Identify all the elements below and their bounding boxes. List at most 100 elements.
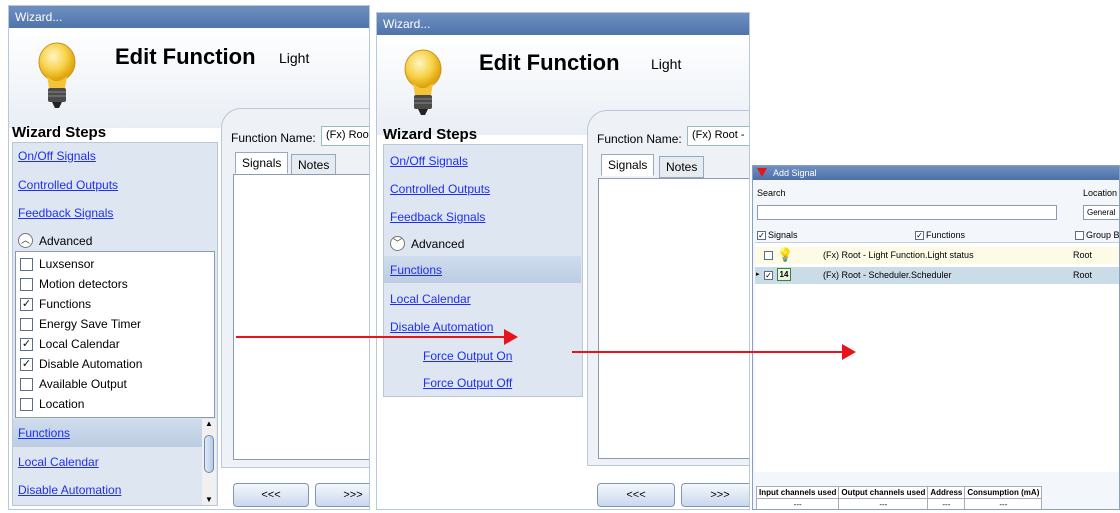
checkbox[interactable]: [20, 317, 33, 331]
table-row[interactable]: 💡 (Fx) Root - Light Function.Light statu…: [755, 247, 1119, 264]
arrow-1-line: [236, 336, 506, 338]
edit-function-subtitle: Light: [279, 50, 310, 66]
checkbox-checked[interactable]: ✓: [764, 271, 773, 281]
advanced-label: Advanced: [39, 233, 93, 248]
filter-group-by[interactable]: Group By: [1075, 230, 1119, 241]
checkbox-checked[interactable]: ✓: [20, 357, 33, 371]
checkbox[interactable]: [20, 377, 33, 391]
tab-signals[interactable]: Signals: [601, 154, 655, 176]
step-local-calendar[interactable]: Local Calendar: [390, 292, 471, 306]
arrow-2-head: [842, 344, 856, 360]
window-title: Wizard...: [377, 13, 749, 35]
value-consumption: ---: [964, 498, 1043, 509]
window-title: Wizard...: [9, 6, 369, 28]
step-force-output-on[interactable]: Force Output On: [423, 349, 512, 363]
step-disable-automation[interactable]: Disable Automation: [18, 483, 121, 497]
function-name-label: Function Name:: [231, 131, 316, 145]
checkbox[interactable]: [20, 397, 33, 411]
step-feedback-signals[interactable]: Feedback Signals: [390, 210, 485, 224]
option-available-output[interactable]: Available Output: [20, 377, 127, 391]
checkbox[interactable]: [1075, 231, 1084, 241]
checkbox-checked[interactable]: ✓: [915, 231, 924, 241]
chevron-up-icon[interactable]: ︿: [18, 233, 33, 248]
calendar-icon: 14: [777, 268, 791, 281]
arrow-1-head: [504, 329, 518, 345]
step-feedback-signals[interactable]: Feedback Signals: [18, 206, 113, 220]
advanced-label: Advanced: [411, 236, 465, 251]
advanced-toggle[interactable]: ︿ Advanced: [18, 233, 92, 248]
checkbox[interactable]: [20, 257, 33, 271]
wizard-steps-title: Wizard Steps: [383, 126, 478, 143]
step-on-off-signals[interactable]: On/Off Signals: [390, 154, 468, 168]
next-button[interactable]: >>>: [681, 483, 749, 507]
scroll-down-icon[interactable]: ▼: [205, 495, 213, 504]
header-input-channels: Input channels used: [755, 486, 840, 499]
tab-signals[interactable]: Signals: [235, 152, 289, 174]
step-controlled-outputs[interactable]: Controlled Outputs: [18, 178, 118, 192]
tab-notes[interactable]: Notes: [659, 156, 705, 178]
signal-name: (Fx) Root - Scheduler.Scheduler: [823, 270, 952, 280]
option-energy-save-timer[interactable]: Energy Save Timer: [20, 317, 141, 331]
option-motion-detectors[interactable]: Motion detectors: [20, 277, 128, 291]
lightbulb-icon: 💡: [777, 247, 794, 262]
option-location[interactable]: Location: [20, 397, 84, 411]
header-address: Address: [927, 486, 966, 499]
next-button[interactable]: >>>: [315, 483, 369, 507]
wizard-steps-title: Wizard Steps: [12, 124, 107, 141]
function-name-input[interactable]: (Fx) Root -: [687, 126, 749, 146]
option-functions[interactable]: ✓ Functions: [20, 297, 91, 311]
location-label: Location: [1083, 188, 1118, 198]
signal-list: 💡 (Fx) Root - Light Function.Light statu…: [755, 242, 1119, 472]
table-row[interactable]: ▸ ✓ 14 (Fx) Root - Scheduler.Scheduler R…: [755, 267, 1119, 284]
signal-location: Root: [1073, 270, 1093, 280]
value-output-channels: ---: [838, 498, 929, 509]
usage-summary-table: Input channels used Output channels used…: [755, 486, 1043, 509]
signal-name: (Fx) Root - Light Function.Light status: [823, 250, 974, 260]
advanced-options-list: Luxsensor Motion detectors ✓ Functions En…: [15, 251, 215, 418]
step-functions[interactable]: Functions: [18, 426, 70, 440]
option-disable-automation[interactable]: ✓ Disable Automation: [20, 357, 142, 371]
search-input[interactable]: [757, 205, 1057, 220]
edit-function-title: Edit Function: [479, 50, 620, 75]
checkbox[interactable]: [764, 251, 773, 261]
step-local-calendar[interactable]: Local Calendar: [18, 455, 99, 469]
step-controlled-outputs[interactable]: Controlled Outputs: [390, 182, 490, 196]
value-input-channels: ---: [755, 498, 840, 509]
wizard-window-left: Wizard... Edit Function Light Wizard Ste…: [8, 5, 370, 510]
checkbox-checked[interactable]: ✓: [20, 337, 33, 351]
lightbulb-icon: [404, 49, 442, 115]
checkbox-checked[interactable]: ✓: [20, 297, 33, 311]
dialog-menu-icon[interactable]: [757, 168, 767, 177]
location-select[interactable]: General: [1083, 205, 1119, 220]
step-force-output-off[interactable]: Force Output Off: [423, 376, 512, 390]
value-address: ---: [927, 498, 966, 509]
row-expand-icon[interactable]: ▸: [756, 270, 760, 278]
chevron-down-icon[interactable]: ﹀: [390, 236, 405, 251]
step-functions[interactable]: Functions: [390, 263, 442, 277]
filter-signals[interactable]: ✓ Signals: [757, 230, 798, 241]
steps-scrollbar[interactable]: ▲ ▼: [202, 419, 216, 505]
dialog-title: Add Signal: [753, 166, 1119, 180]
checkbox-checked[interactable]: ✓: [757, 231, 766, 241]
function-name-label: Function Name:: [597, 132, 682, 146]
header-consumption: Consumption (mA): [964, 486, 1043, 499]
signals-tab-body: [233, 174, 369, 460]
checkbox[interactable]: [20, 277, 33, 291]
lightbulb-icon: [38, 42, 76, 108]
step-on-off-signals[interactable]: On/Off Signals: [18, 149, 96, 163]
previous-button[interactable]: <<<: [597, 483, 675, 507]
scroll-thumb[interactable]: [204, 435, 214, 473]
advanced-toggle[interactable]: ﹀ Advanced: [390, 236, 464, 251]
option-local-calendar[interactable]: ✓ Local Calendar: [20, 337, 120, 351]
tab-notes[interactable]: Notes: [291, 154, 337, 176]
signal-location: Root: [1073, 250, 1093, 260]
step-disable-automation[interactable]: Disable Automation: [390, 320, 493, 334]
function-name-input[interactable]: (Fx) Root: [321, 126, 369, 146]
scroll-up-icon[interactable]: ▲: [205, 419, 213, 428]
option-luxsensor[interactable]: Luxsensor: [20, 257, 94, 271]
previous-button[interactable]: <<<: [233, 483, 309, 507]
filter-functions[interactable]: ✓ Functions: [915, 230, 965, 241]
signals-tab-body: [598, 178, 749, 459]
search-label: Search: [757, 188, 786, 198]
header-output-channels: Output channels used: [838, 486, 929, 499]
